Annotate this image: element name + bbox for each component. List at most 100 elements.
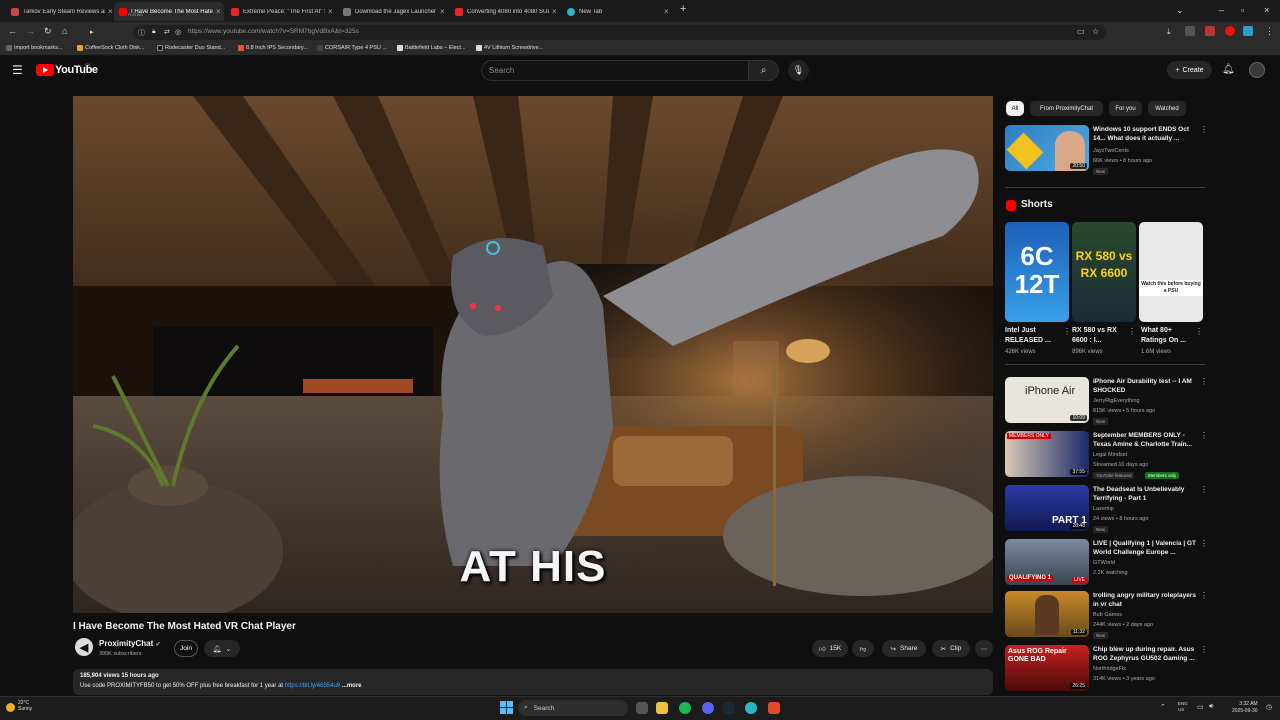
more-vert-icon[interactable]: ⋮ <box>1195 327 1203 336</box>
video-thumbnail[interactable]: 11:32 <box>1005 591 1089 637</box>
info-icon[interactable]: ⓘ <box>138 28 145 38</box>
video-title[interactable]: iPhone Air Durability test -- I AM SHOCK… <box>1093 377 1196 395</box>
browser-menu-icon[interactable]: ⋮ <box>1265 26 1274 37</box>
tab-extreme-peace[interactable]: Extreme Peace: "The First AI" St × <box>226 2 336 21</box>
home-icon[interactable]: ⌂ <box>62 26 67 36</box>
youtube-extension-icon[interactable] <box>1225 26 1235 36</box>
dislike-button[interactable]: 👎︎ <box>852 640 874 657</box>
recommended-video[interactable]: iPhone Air 10:09 iPhone Air Durability t… <box>1005 377 1208 429</box>
recommended-video[interactable]: Asus ROG Repair GONE BAD 26:25 Chip blew… <box>1005 645 1208 697</box>
app-icon[interactable] <box>768 702 780 714</box>
more-vert-icon[interactable]: ⋮ <box>1128 327 1136 336</box>
video-title[interactable]: September MEMBERS ONLY - Texas Amine & C… <box>1093 431 1196 449</box>
channel-name[interactable]: JerryRigEverything <box>1093 398 1139 404</box>
youtube-logo-icon[interactable] <box>36 64 54 76</box>
channel-name[interactable]: Bub Games <box>1093 612 1122 618</box>
search-input[interactable] <box>481 60 749 81</box>
more-vert-icon[interactable]: ⋮ <box>1063 327 1071 336</box>
video-thumbnail[interactable]: 20:50 <box>1005 125 1089 171</box>
channel-name[interactable]: NorthridgeFix <box>1093 666 1126 672</box>
more-vert-icon[interactable]: ⋮ <box>1200 645 1208 654</box>
tab-search-chevron-icon[interactable]: ⌄ <box>1176 5 1184 16</box>
shorts-next-chevron-icon[interactable]: › <box>1198 275 1201 285</box>
more-vert-icon[interactable]: ⋮ <box>1200 377 1208 386</box>
recommended-video[interactable]: 11:32 trolling angry military roleplayer… <box>1005 591 1208 643</box>
hamburger-menu-icon[interactable]: ☰ <box>12 63 23 77</box>
more-vert-icon[interactable]: ⋮ <box>1200 431 1208 440</box>
channel-name[interactable]: Legal Mindset <box>1093 452 1127 458</box>
video-title[interactable]: Chip blew up during repair. Asus ROG Zep… <box>1093 645 1196 663</box>
spotify-icon[interactable] <box>679 702 691 714</box>
task-view-icon[interactable] <box>636 702 648 714</box>
permissions-icon[interactable]: ◎ <box>175 28 181 36</box>
taskbar-search[interactable]: ⌕ Search <box>518 700 628 716</box>
recommended-video[interactable]: 20:50 Windows 10 support ENDS Oct 14... … <box>1005 125 1208 177</box>
lock-icon[interactable]: 🔒︎ <box>152 28 156 36</box>
tab-tarkov[interactable]: Tarkov Early Steam Reviews and... × <box>6 2 114 21</box>
video-title[interactable]: trolling angry military roleplayers in v… <box>1093 591 1196 609</box>
windows-start-icon[interactable] <box>500 701 513 714</box>
minimize-icon[interactable]: – <box>1219 5 1224 15</box>
short-thumbnail[interactable]: Watch this before buying a PSU <box>1139 222 1203 322</box>
chip-for-you[interactable]: For you <box>1109 101 1142 116</box>
system-clock[interactable]: 3:32 AM 2025-09-30 <box>1232 701 1258 715</box>
forward-icon[interactable]: → <box>26 26 35 36</box>
channel-avatar[interactable]: ◀ <box>75 638 93 656</box>
youtube-wordmark[interactable]: YouTube <box>55 64 98 76</box>
video-player[interactable]: AT HIS <box>73 96 993 613</box>
bookmark-rodecaster[interactable]: Rodecaster Duo Stand... <box>157 45 225 51</box>
video-thumbnail[interactable]: Asus ROG Repair GONE BAD 26:25 <box>1005 645 1089 691</box>
notification-center-icon[interactable]: ◷ <box>1266 703 1272 711</box>
cast-icon[interactable]: ▭ <box>1077 27 1085 36</box>
chip-all[interactable]: All <box>1006 101 1024 116</box>
channel-name[interactable]: ProximityChat ✔ <box>99 639 161 648</box>
close-icon[interactable]: × <box>552 7 557 16</box>
chip-from-channel[interactable]: From ProximityChat <box>1030 101 1103 116</box>
maximize-icon[interactable]: ▫ <box>1241 5 1244 15</box>
weather-widget[interactable]: 22°C Sunny <box>18 700 32 712</box>
channel-name[interactable]: Lazemip <box>1093 506 1114 512</box>
new-tab-plus-icon[interactable]: + <box>680 3 686 15</box>
bookmark-ips[interactable]: 8.8 Inch IPS Secondary... <box>238 45 308 51</box>
extension-icon[interactable] <box>1185 26 1195 36</box>
description-box[interactable] <box>73 669 993 695</box>
subscribed-bell-button[interactable]: 🔔︎ ⌄ <box>204 640 240 657</box>
video-thumbnail[interactable]: iPhone Air 10:09 <box>1005 377 1089 423</box>
extension-icon[interactable] <box>1243 26 1253 36</box>
download-icon[interactable]: ⤓ <box>1167 27 1171 37</box>
close-icon[interactable]: × <box>216 7 221 16</box>
channel-name[interactable]: GTWorld <box>1093 560 1115 566</box>
recommended-video[interactable]: QUALIFYING 1 LIVE LIVE | Qualifying 1 | … <box>1005 539 1208 591</box>
join-button[interactable]: Join <box>174 640 198 657</box>
account-avatar[interactable] <box>1249 62 1265 78</box>
extension-icon[interactable] <box>1205 26 1215 36</box>
close-icon[interactable]: × <box>108 7 113 16</box>
volume-icon[interactable]: 🔊︎ <box>1209 703 1213 711</box>
tab-new-tab[interactable]: New Tab × <box>562 2 672 21</box>
browser-icon[interactable] <box>745 702 757 714</box>
notifications-bell-icon[interactable]: 🔔︎ <box>1222 64 1235 75</box>
bookmark-corsair[interactable]: CORSAIR Type 4 PSU ... <box>317 45 387 51</box>
short-thumbnail[interactable]: RX 580 vs RX 6600 <box>1072 222 1136 322</box>
bookmark-screwdriver[interactable]: 4V Lithium Screwdrive... <box>476 45 543 51</box>
more-vert-icon[interactable]: ⋮ <box>1200 125 1208 134</box>
language-indicator[interactable]: ENG US <box>1178 701 1188 713</box>
video-thumbnail[interactable]: PART 1 28:48 <box>1005 485 1089 531</box>
voice-search-button[interactable]: 🎙︎ <box>788 60 809 81</box>
bookmark-import[interactable]: Import bookmarks... <box>6 45 63 51</box>
tab-converting[interactable]: Converting 4080 into 4080 SUP × <box>450 2 560 21</box>
chip-watched[interactable]: Watched <box>1148 101 1186 116</box>
video-title[interactable]: LIVE | Qualifying 1 | Valencia | GT Worl… <box>1093 539 1196 557</box>
clip-button[interactable]: ✂ Clip <box>932 640 970 657</box>
short-thumbnail[interactable]: 6C 12T <box>1005 222 1069 322</box>
close-icon[interactable]: × <box>440 7 445 16</box>
close-icon[interactable]: × <box>664 7 669 16</box>
url-text[interactable]: https://www.youtube.com/watch?v=SRM7bgVd… <box>188 28 359 35</box>
forward-tab-icon[interactable]: ▸ <box>90 28 94 36</box>
network-icon[interactable]: ▭ <box>1197 703 1204 711</box>
more-vert-icon[interactable]: ⋮ <box>1200 485 1208 494</box>
create-button[interactable]: + Create <box>1167 61 1212 79</box>
video-thumbnail[interactable]: MEMBERS ONLY 37:55 <box>1005 431 1089 477</box>
channel-name[interactable]: JayzTwoCents <box>1093 148 1129 154</box>
back-icon[interactable]: ← <box>8 26 17 36</box>
